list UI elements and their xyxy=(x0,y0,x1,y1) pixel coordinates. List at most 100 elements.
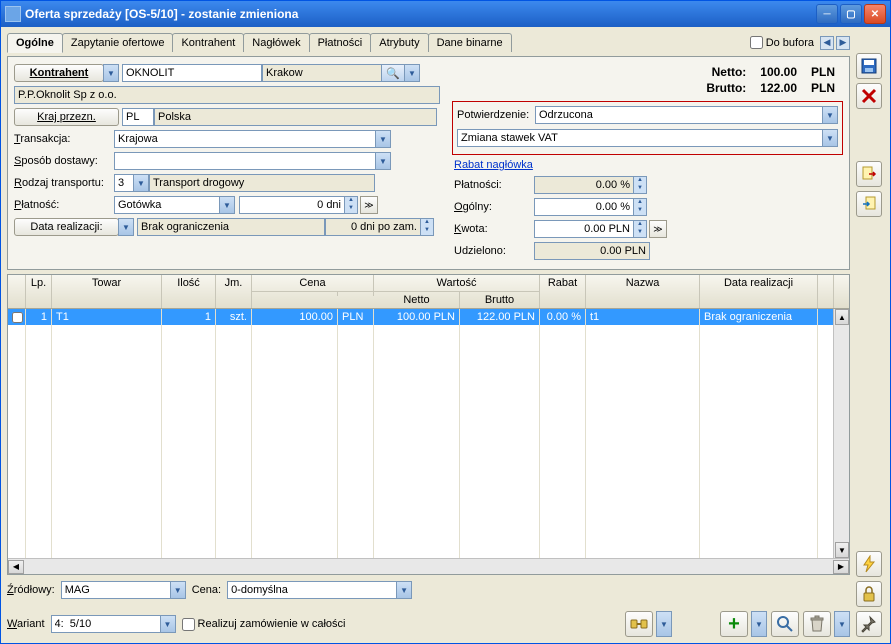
realizuj-input[interactable] xyxy=(182,618,195,631)
wariant-select[interactable] xyxy=(51,615,161,633)
col-netto[interactable]: Netto xyxy=(374,292,460,308)
col-ilosc[interactable]: Ilość xyxy=(162,275,216,308)
col-nazwa[interactable]: Nazwa xyxy=(586,275,700,308)
document-out-button[interactable] xyxy=(856,161,882,187)
minimize-button[interactable]: ─ xyxy=(816,4,838,24)
dostawa-dd[interactable]: ▼ xyxy=(375,152,391,170)
nav-next-button[interactable]: ▶ xyxy=(836,36,850,50)
tab-atrybuty[interactable]: Atrybuty xyxy=(370,33,428,52)
disc-kwota-input[interactable] xyxy=(534,220,634,238)
disc-kwota-spin[interactable]: ▲▼ xyxy=(633,220,647,238)
delete-item-dd[interactable]: ▼ xyxy=(834,611,850,637)
tab-naglowek[interactable]: Nagłówek xyxy=(243,33,309,52)
dostawa-select[interactable] xyxy=(114,152,376,170)
zrodlowy-dd[interactable]: ▼ xyxy=(170,581,186,599)
col-lp[interactable]: Lp. xyxy=(26,275,52,308)
cancel-button[interactable] xyxy=(856,83,882,109)
zrodlowy-select[interactable] xyxy=(61,581,171,599)
tab-bar: Ogólne Zapytanie ofertowe Kontrahent Nag… xyxy=(7,33,511,52)
disc-kwota-more[interactable]: ≫ xyxy=(649,220,667,238)
maximize-button[interactable]: ▢ xyxy=(840,4,862,24)
disc-ogolny-input[interactable] xyxy=(534,198,634,216)
brutto-label: Brutto: xyxy=(700,81,752,95)
platnosc-dni-spinner[interactable]: ▲▼ xyxy=(344,196,358,214)
tab-zapytanie[interactable]: Zapytanie ofertowe xyxy=(62,33,174,52)
link-items-dd[interactable]: ▼ xyxy=(656,611,672,637)
vat-select[interactable] xyxy=(457,129,823,147)
brutto-value: 122.00 xyxy=(754,81,803,95)
lightning-button[interactable] xyxy=(856,551,882,577)
view-item-button[interactable] xyxy=(771,611,799,637)
add-item-dd[interactable]: ▼ xyxy=(751,611,767,637)
nav-prev-button[interactable]: ◀ xyxy=(820,36,834,50)
tab-platnosci[interactable]: Płatności xyxy=(309,33,372,52)
do-bufora-input[interactable] xyxy=(750,36,763,49)
col-rabat[interactable]: Rabat xyxy=(540,275,586,308)
transakcja-dd[interactable]: ▼ xyxy=(375,130,391,148)
col-cena-cur xyxy=(338,292,374,296)
potwierdzenie-label: Potwierdzenie: xyxy=(457,109,535,121)
document-in-button[interactable] xyxy=(856,191,882,217)
lock-icon xyxy=(860,585,878,603)
kontrahent-button[interactable]: Kontrahent xyxy=(14,64,104,82)
disc-kwota-label: Kwota: xyxy=(454,223,534,235)
kontrahent-code-input[interactable] xyxy=(122,64,262,82)
scroll-left-button[interactable]: ◀ xyxy=(8,560,24,574)
disc-platnosci-spin[interactable]: ▲▼ xyxy=(633,176,647,194)
col-jm[interactable]: Jm. xyxy=(216,275,252,308)
items-table: Lp. Towar Ilość Jm. Cena Wartość NettoBr… xyxy=(7,274,850,575)
platnosc-label: Płatność: xyxy=(14,199,114,211)
lightning-icon xyxy=(860,555,878,573)
scroll-right-button[interactable]: ▶ xyxy=(833,560,849,574)
platnosc-select[interactable] xyxy=(114,196,220,214)
data-real-spinner[interactable]: ▲▼ xyxy=(420,218,434,236)
potw-dd[interactable]: ▼ xyxy=(822,106,838,124)
col-brutto[interactable]: Brutto xyxy=(460,292,540,308)
window: Oferta sprzedaży [OS-5/10] - zostanie zm… xyxy=(0,0,891,644)
kraj-button[interactable]: Kraj przezn. xyxy=(14,108,119,126)
data-realizacji-button[interactable]: Data realizacji: xyxy=(14,218,119,236)
transport-dd[interactable]: ▼ xyxy=(133,174,149,192)
scroll-up-button[interactable]: ▲ xyxy=(835,309,849,325)
kontrahent-search-button[interactable]: 🔍 xyxy=(381,64,405,82)
transport-code-input[interactable] xyxy=(114,174,134,192)
rabat-naglowka-link[interactable]: Rabat nagłówka xyxy=(454,159,533,171)
kraj-code-input[interactable] xyxy=(122,108,154,126)
platnosc-more-button[interactable]: ≫ xyxy=(360,196,378,214)
kontrahent-search-dropdown[interactable]: ▼ xyxy=(404,64,420,82)
wariant-dd[interactable]: ▼ xyxy=(160,615,176,633)
tab-dane-binarne[interactable]: Dane binarne xyxy=(428,33,512,52)
add-item-button[interactable]: + xyxy=(720,611,748,637)
link-items-button[interactable] xyxy=(625,611,653,637)
cena-select[interactable] xyxy=(227,581,397,599)
vertical-scrollbar[interactable]: ▲ ▼ xyxy=(833,309,849,558)
potwierdzenie-select[interactable] xyxy=(535,106,823,124)
horizontal-scrollbar[interactable]: ◀ ▶ xyxy=(8,558,849,574)
cena-dd[interactable]: ▼ xyxy=(396,581,412,599)
col-cena[interactable]: Cena xyxy=(252,275,374,292)
col-data[interactable]: Data realizacji xyxy=(700,275,818,308)
save-button[interactable] xyxy=(856,53,882,79)
platnosc-dd[interactable]: ▼ xyxy=(219,196,235,214)
lock-button[interactable] xyxy=(856,581,882,607)
disc-ogolny-spin[interactable]: ▲▼ xyxy=(633,198,647,216)
plus-icon: + xyxy=(728,617,740,631)
delete-item-button[interactable] xyxy=(803,611,831,637)
disc-udzielono-label: Udzielono: xyxy=(454,245,534,257)
tab-ogolne[interactable]: Ogólne xyxy=(7,33,63,53)
transakcja-select[interactable] xyxy=(114,130,376,148)
vat-dd[interactable]: ▼ xyxy=(822,129,838,147)
pin-button[interactable] xyxy=(856,611,882,637)
scroll-down-button[interactable]: ▼ xyxy=(835,542,849,558)
titlebar: Oferta sprzedaży [OS-5/10] - zostanie zm… xyxy=(1,1,890,27)
tab-kontrahent[interactable]: Kontrahent xyxy=(172,33,244,52)
realizuj-checkbox[interactable]: Realizuj zamówienie w całości xyxy=(182,618,346,631)
kontrahent-dropdown[interactable]: ▼ xyxy=(103,64,119,82)
do-bufora-checkbox[interactable]: Do bufora xyxy=(750,36,814,49)
data-real-dd[interactable]: ▼ xyxy=(118,218,134,236)
col-wartosc[interactable]: Wartość xyxy=(374,275,540,292)
totals: Netto:100.00PLN Brutto:122.00PLN xyxy=(452,63,843,97)
col-towar[interactable]: Towar xyxy=(52,275,162,308)
platnosc-dni-input[interactable] xyxy=(239,196,345,214)
close-button[interactable]: ✕ xyxy=(864,4,886,24)
